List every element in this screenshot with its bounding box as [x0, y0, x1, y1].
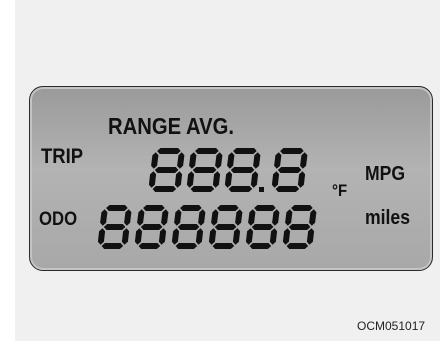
digit-0-segment-b [124, 209, 132, 226]
digit-1-segment-c [212, 171, 221, 188]
digit-0 [148, 148, 185, 192]
digit-2-segment-g [177, 224, 200, 230]
digit-2-segment-f [174, 209, 182, 226]
decimal-point [259, 187, 264, 192]
digit-3-segment-f [274, 152, 282, 169]
digit-2-segment-c [250, 171, 259, 188]
lower-seven-segment-readout [97, 205, 317, 249]
digit-1-segment-b [161, 209, 169, 226]
digit-2-segment-e [171, 228, 180, 245]
digit-1-segment-a [143, 205, 165, 211]
digit-2-segment-a [233, 148, 257, 154]
digit-0-segment-e [97, 228, 106, 245]
digit-3-segment-b [300, 152, 308, 169]
digit-0-segment-g [154, 167, 179, 173]
digit-4-segment-e [245, 228, 254, 245]
seven-segment-readouts [97, 148, 317, 249]
digit-4-segment-d [249, 243, 272, 249]
digit-5-segment-e [282, 228, 291, 245]
digit-3-segment-a [280, 148, 304, 154]
digit-0-segment-e [148, 171, 157, 188]
digit-0-segment-d [152, 186, 177, 192]
digit-2-segment-d [175, 243, 198, 249]
digit-5-segment-g [288, 224, 311, 230]
digit-4 [245, 205, 280, 249]
digit-0 [97, 205, 132, 249]
upper-seven-segment-readout [148, 148, 308, 192]
digit-3-segment-d [275, 186, 300, 192]
digit-4-segment-a [254, 205, 276, 211]
digit-3-segment-f [211, 209, 219, 226]
digit-0-segment-a [157, 148, 181, 154]
digit-0-segment-f [100, 209, 108, 226]
digit-2-segment-f [227, 152, 235, 169]
digit-1 [186, 148, 223, 192]
digit-2-segment-e [224, 171, 233, 188]
digit-5-segment-d [286, 243, 309, 249]
digit-0-segment-a [106, 205, 128, 211]
digit-1-segment-f [189, 152, 197, 169]
digit-1-segment-c [158, 228, 167, 245]
digit-2 [171, 205, 206, 249]
digit-4-segment-c [269, 228, 278, 245]
digit-0-segment-c [174, 171, 183, 188]
digit-1-segment-d [190, 186, 215, 192]
digit-5-segment-c [306, 228, 315, 245]
digit-3-segment-c [232, 228, 241, 245]
digit-1-segment-e [186, 171, 195, 188]
digit-3-segment-d [212, 243, 235, 249]
digit-2-segment-b [253, 152, 261, 169]
digit-0-segment-b [177, 152, 185, 169]
digit-1-segment-d [138, 243, 161, 249]
digit-5-segment-f [285, 209, 293, 226]
digit-1-segment-f [137, 209, 145, 226]
digit-2-segment-d [228, 186, 253, 192]
digit-3-segment-e [208, 228, 217, 245]
digit-2-segment-a [180, 205, 202, 211]
digit-0-segment-f [151, 152, 159, 169]
digit-4-segment-g [251, 224, 274, 230]
digit-1-segment-g [140, 224, 163, 230]
digit-4-segment-f [248, 209, 256, 226]
digit-1-segment-g [192, 167, 217, 173]
digit-2-segment-g [230, 167, 255, 173]
digit-5-segment-a [291, 205, 313, 211]
digit-0-segment-c [121, 228, 130, 245]
digit-1-segment-b [215, 152, 223, 169]
digit-3-segment-b [235, 209, 243, 226]
digit-3-segment-a [217, 205, 239, 211]
digit-0-segment-d [101, 243, 124, 249]
digit-3-segment-e [271, 171, 280, 188]
figure-code: OCM051017 [357, 319, 426, 333]
digit-1 [134, 205, 169, 249]
digit-0-segment-g [103, 224, 126, 230]
digit-3-segment-g [214, 224, 237, 230]
digit-1-segment-e [134, 228, 143, 245]
digit-2-segment-b [198, 209, 206, 226]
digit-3 [208, 205, 243, 249]
digit-4-segment-b [272, 209, 280, 226]
digit-1-segment-a [195, 148, 219, 154]
digit-3-segment-g [277, 167, 302, 173]
digit-3-segment-c [297, 171, 306, 188]
digit-5 [282, 205, 317, 249]
digit-5-segment-b [309, 209, 317, 226]
digit-3 [271, 148, 308, 192]
digit-2-segment-c [195, 228, 204, 245]
digit-2 [224, 148, 261, 192]
